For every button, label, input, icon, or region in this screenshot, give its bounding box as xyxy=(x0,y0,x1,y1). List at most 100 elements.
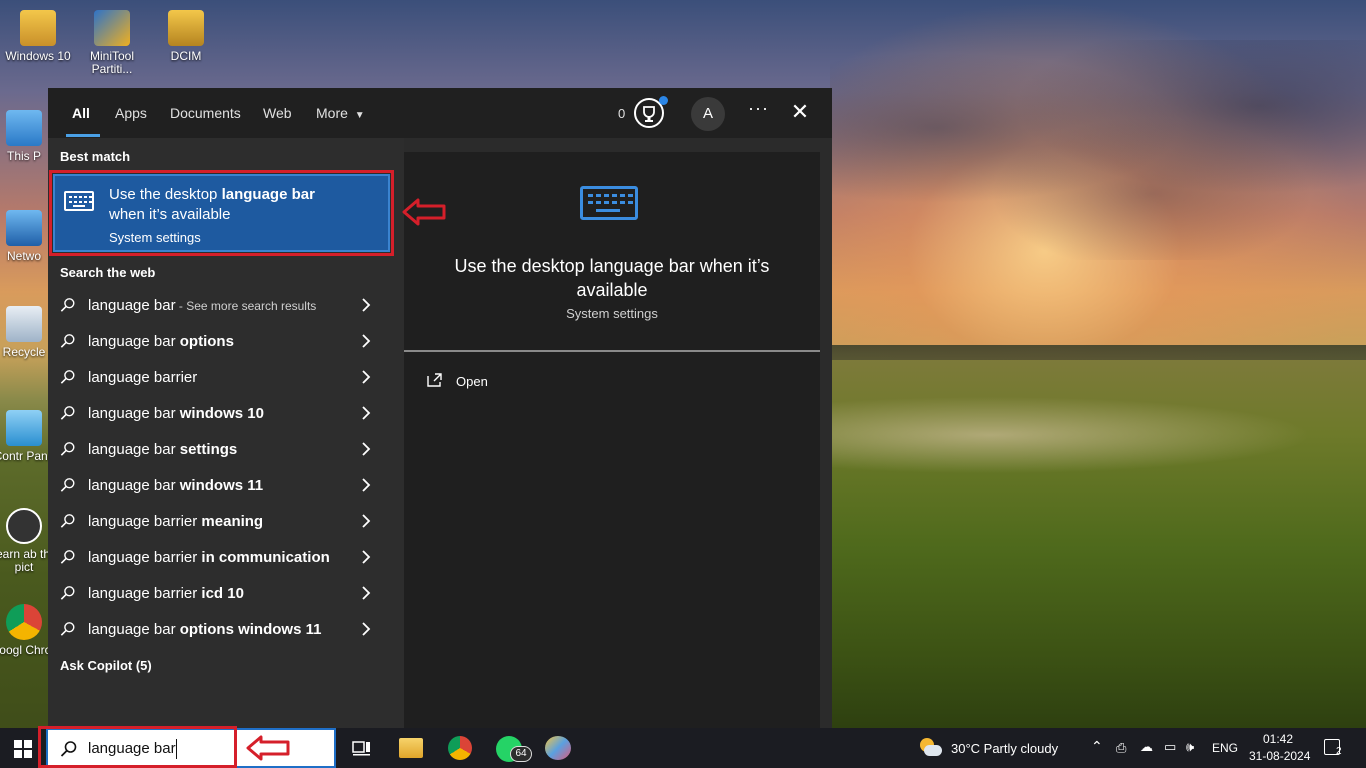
web-result-label: language bar settings xyxy=(88,441,237,458)
desktop-icon-minitool[interactable]: MiniTool Partiti... xyxy=(74,10,150,76)
web-result-label: language bar - See more search results xyxy=(88,297,316,314)
input-language-indicator[interactable]: ENG xyxy=(1212,741,1238,755)
desktop-icon-label: Windows 10 xyxy=(5,49,71,63)
task-view-icon[interactable] xyxy=(352,738,372,758)
weather-partly-cloudy-icon xyxy=(918,738,942,758)
paint-icon[interactable] xyxy=(545,736,571,760)
web-result-label: language barrier xyxy=(88,369,197,386)
chevron-right-icon xyxy=(362,406,371,420)
web-result-label: language barrier in communication xyxy=(88,549,330,566)
web-result-row[interactable]: language bar windows 11 xyxy=(48,468,388,504)
volume-icon[interactable]: 🕪 xyxy=(1186,739,1194,755)
search-icon xyxy=(60,442,75,456)
web-result-plain: language bar xyxy=(88,297,176,314)
shield-icon xyxy=(94,10,130,46)
search-icon xyxy=(60,334,75,348)
web-result-label: language bar options windows 11 xyxy=(88,621,321,638)
chrome-icon xyxy=(6,604,42,640)
web-result-bold: in communication xyxy=(201,549,330,566)
open-action[interactable]: Open xyxy=(426,372,546,392)
rewards-points: 0 xyxy=(618,106,626,121)
folder-icon xyxy=(168,10,204,46)
search-panel-header: All Apps Documents Web More ▼ 0 A ··· ✕ xyxy=(48,88,832,138)
web-result-bold: windows 10 xyxy=(179,405,264,422)
chevron-right-icon xyxy=(362,334,371,348)
computer-icon xyxy=(6,110,42,146)
search-the-web-heading: Search the web xyxy=(60,265,156,280)
chevron-right-icon xyxy=(362,514,371,528)
chevron-right-icon xyxy=(362,298,371,312)
search-panel: All Apps Documents Web More ▼ 0 A ··· ✕ … xyxy=(48,88,832,728)
web-result-row[interactable]: language bar options xyxy=(48,324,388,360)
web-result-row[interactable]: language bar settings xyxy=(48,432,388,468)
tab-all[interactable]: All xyxy=(72,105,90,121)
caret-down-icon: ▼ xyxy=(354,110,365,121)
search-icon xyxy=(60,586,75,600)
web-result-row[interactable]: language bar windows 10 xyxy=(48,396,388,432)
tab-web[interactable]: Web xyxy=(263,105,292,121)
web-result-bold: options windows 11 xyxy=(179,621,322,638)
desktop-icon-label: Recycle xyxy=(2,345,46,359)
web-result-row[interactable]: language barrier meaning xyxy=(48,504,388,540)
best-match-heading: Best match xyxy=(60,149,131,164)
windows-start-icon[interactable] xyxy=(14,740,32,758)
web-result-row[interactable]: language bar - See more search results xyxy=(48,288,388,324)
onedrive-cloud-icon[interactable]: ☁ xyxy=(1140,739,1153,755)
best-match-result[interactable]: Use the desktop language bar when it’s a… xyxy=(53,174,390,252)
ask-copilot-heading[interactable]: Ask Copilot (5) xyxy=(60,658,152,673)
web-result-label: language bar windows 11 xyxy=(88,477,263,494)
search-icon xyxy=(60,478,75,492)
tab-apps[interactable]: Apps xyxy=(115,105,147,121)
web-result-row[interactable]: language barrier icd 10 xyxy=(48,576,388,612)
web-result-label: language bar options xyxy=(88,333,234,350)
annotation-arrow xyxy=(402,198,446,226)
tab-documents[interactable]: Documents xyxy=(170,105,241,121)
chevron-right-icon xyxy=(362,478,371,492)
best-match-title: Use the desktop language bar when it’s a… xyxy=(109,185,369,225)
desktop-icon-dcim[interactable]: DCIM xyxy=(148,10,224,63)
best-match-title-suffix: when it’s available xyxy=(109,206,231,223)
file-explorer-icon[interactable] xyxy=(399,738,423,758)
keyboard-icon xyxy=(64,191,94,211)
search-icon xyxy=(60,622,75,636)
search-icon xyxy=(60,370,75,384)
web-result-plain: language bar xyxy=(88,621,180,638)
preview-pane: Use the desktop language bar when it’s a… xyxy=(404,152,820,728)
network-icon xyxy=(6,210,42,246)
meet-now-icon[interactable]: ⎙ xyxy=(1116,740,1126,756)
tab-more[interactable]: More ▼ xyxy=(316,105,365,121)
preview-subtitle: System settings xyxy=(566,306,658,321)
more-options-icon[interactable]: ··· xyxy=(748,98,769,119)
web-result-plain: language barrier xyxy=(88,549,202,566)
folder-icon xyxy=(20,10,56,46)
web-result-plain: language bar xyxy=(88,333,180,350)
keyboard-icon xyxy=(580,186,638,220)
desktop-icon-label: Netwo xyxy=(6,249,41,263)
chevron-right-icon xyxy=(362,622,371,636)
annotation-highlight-box xyxy=(38,726,237,768)
annotation-arrow xyxy=(246,735,290,761)
search-icon xyxy=(60,406,75,420)
network-icon[interactable]: ▭ xyxy=(1164,739,1176,755)
close-icon[interactable]: ✕ xyxy=(790,100,810,124)
web-result-row[interactable]: language bar options windows 11 xyxy=(48,612,388,648)
desktop-icon-label: DCIM xyxy=(170,49,202,63)
chrome-taskbar-icon[interactable] xyxy=(448,736,472,760)
show-hidden-icons-chevron-up-icon[interactable]: ⌃ xyxy=(1091,738,1103,755)
web-result-row[interactable]: language barrier xyxy=(48,360,388,396)
weather-text[interactable]: 30°C Partly cloudy xyxy=(951,741,1058,756)
search-icon xyxy=(60,514,75,528)
desktop-icon-label: MiniTool Partiti... xyxy=(89,49,134,76)
best-match-title-prefix: Use the desktop xyxy=(109,186,222,203)
web-result-row[interactable]: language barrier in communication xyxy=(48,540,388,576)
desktop-icon-windows10[interactable]: Windows 10 xyxy=(0,10,76,63)
web-result-bold: meaning xyxy=(201,513,264,530)
web-result-label: language barrier meaning xyxy=(88,513,263,530)
account-avatar[interactable]: A xyxy=(691,97,725,131)
active-tab-indicator xyxy=(66,134,100,137)
clock-date[interactable]: 31-08-2024 xyxy=(1249,749,1310,763)
clock-time[interactable]: 01:42 xyxy=(1263,732,1293,746)
open-external-icon xyxy=(427,373,442,387)
web-result-suffix: - See more search results xyxy=(175,299,317,313)
whatsapp-unread-badge: 64 xyxy=(510,746,532,762)
